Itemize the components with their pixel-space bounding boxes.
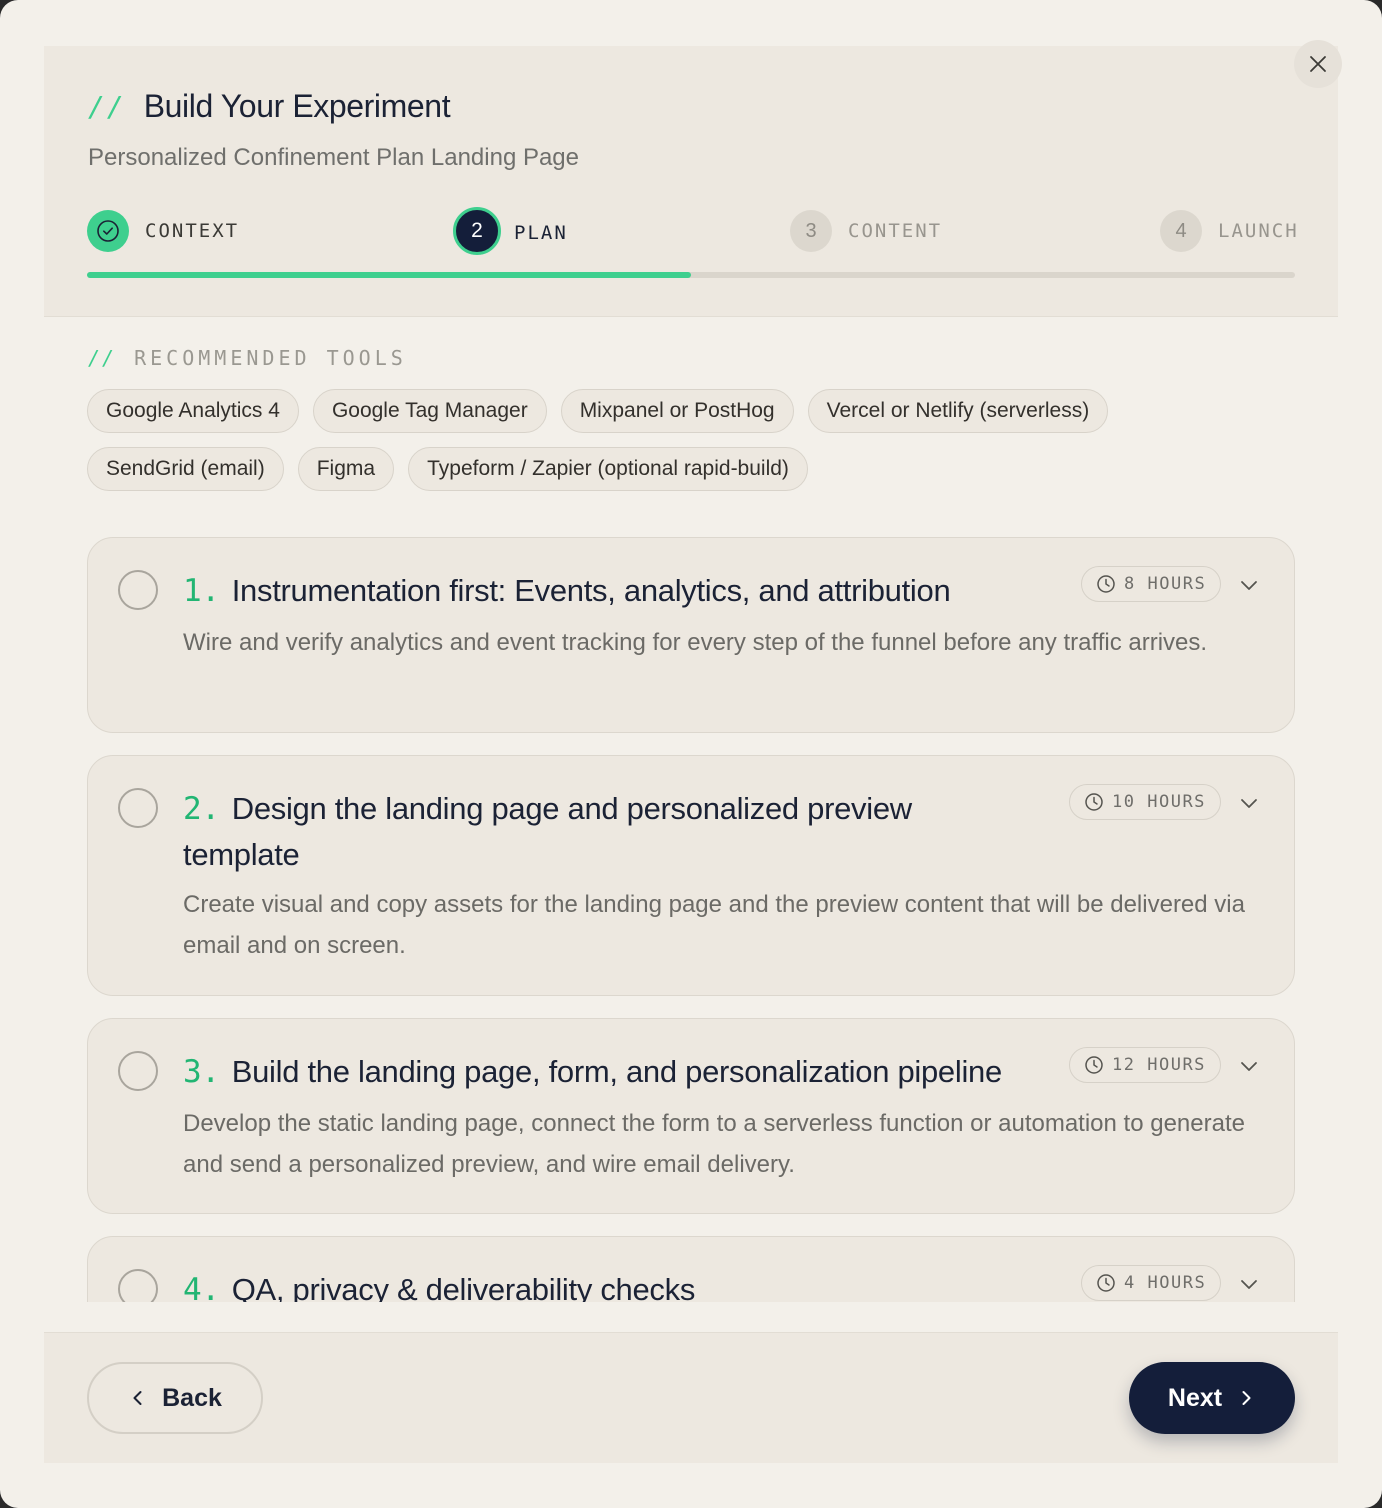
hours-badge: 4 HOURS [1081,1265,1222,1301]
task-title: 4. QA, privacy & deliverability checks [183,1267,695,1302]
chevron-left-icon [133,1391,142,1405]
task-checkbox[interactable] [118,788,158,828]
task-title-text: Instrumentation first: Events, analytics… [231,573,951,608]
hours-value: 8 [1124,574,1136,594]
page-subtitle: Personalized Confinement Plan Landing Pa… [88,144,580,171]
chevron-down-icon[interactable] [1238,1055,1260,1077]
hours-unit: HOURS [1147,1055,1206,1075]
section-title: RECOMMENDED TOOLS [134,346,407,370]
next-button-label: Next [1167,1383,1223,1412]
title-row: // Build Your Experiment [88,88,451,125]
hours-badge: 8 HOURS [1081,566,1222,602]
back-button[interactable]: Back [87,1362,263,1434]
build-experiment-modal: // Build Your Experiment Personalized Co… [44,40,1342,1463]
task-card[interactable]: 4. QA, privacy & deliverability checks 4 … [87,1236,1295,1302]
task-title: 3. Build the landing page, form, and pers… [183,1049,1002,1095]
clock-icon [1097,575,1115,593]
hours-badge: 10 HOURS [1069,784,1221,820]
chevron-right-icon [1242,1391,1251,1405]
task-title-text: QA, privacy & deliverability checks [231,1272,696,1302]
tool-chip: Google Analytics 4 [87,389,299,433]
tool-chip: Google Tag Manager [312,389,547,433]
hours-badge: 12 HOURS [1069,1047,1221,1083]
page-title: Build Your Experiment [143,88,451,124]
step-label: LAUNCH [1218,220,1299,242]
task-card[interactable]: 3. Build the landing page, form, and pers… [87,1018,1295,1214]
hours-unit: HOURS [1147,1273,1207,1293]
chevron-down-icon[interactable] [1238,792,1260,814]
step-number: 2 [453,207,501,255]
task-number: 4. [183,1272,220,1302]
task-title: 2. Design the landing page and personaliz… [183,786,1023,877]
close-icon [1310,56,1326,72]
task-checkbox[interactable] [118,1051,158,1091]
hours-value: 12 [1112,1055,1136,1075]
task-number: 1. [183,573,220,609]
app-frame: // Build Your Experiment Personalized Co… [0,0,1382,1508]
modal-header: // Build Your Experiment Personalized Co… [44,40,1342,317]
hours-value: 10 [1112,792,1136,812]
step-label: CONTEXT [145,220,240,242]
check-circle-icon [97,220,119,242]
task-description: Create visual and copy assets for the la… [183,891,1245,959]
task-number: 3. [183,1054,220,1090]
step-completed-badge [87,210,129,252]
tool-chip: Mixpanel or PostHog [560,389,794,433]
modal-footer: Back Next [44,1332,1338,1463]
task-description: Develop the static landing page, connect… [183,1110,1245,1178]
chevron-down-icon[interactable] [1238,574,1260,596]
section-slashes: // [88,346,117,370]
chevron-down-icon[interactable] [1238,1273,1260,1295]
step-label: PLAN [514,221,568,244]
clock-icon [1097,1274,1115,1292]
step-context[interactable]: CONTEXT [87,210,239,252]
back-button-label: Back [162,1383,222,1412]
stepper: CONTEXT 2 PLAN 3 CONTENT 4 LAUNCH [87,207,1297,280]
title-slashes: // [88,90,126,123]
next-button[interactable]: Next [1129,1362,1295,1434]
step-number: 3 [790,210,832,252]
step-launch[interactable]: 4 LAUNCH [1160,210,1299,252]
hours-value: 4 [1124,1273,1136,1293]
step-plan[interactable]: 2 PLAN [453,207,568,255]
chip-row: Google Analytics 4 Google Tag Manager Mi… [87,389,1297,433]
tool-chip: Vercel or Netlify (serverless) [807,389,1109,433]
task-title: 1. Instrumentation first: Events, analyti… [183,568,951,614]
progress-track [87,272,1295,278]
hours-unit: HOURS [1147,792,1206,812]
close-button[interactable] [1294,40,1342,88]
tool-chips: Google Analytics 4 Google Tag Manager Mi… [87,389,1297,505]
tool-chip: Typeform / Zapier (optional rapid-build) [408,447,808,491]
task-checkbox[interactable] [118,1269,158,1302]
step-number: 4 [1160,210,1202,252]
task-card[interactable]: 2. Design the landing page and personaliz… [87,755,1295,996]
task-list: 1. Instrumentation first: Events, analyti… [87,537,1295,1302]
task-description: Wire and verify analytics and event trac… [183,629,1208,656]
task-title-text: Build the landing page, form, and person… [231,1054,1003,1089]
task-checkbox[interactable] [118,570,158,610]
step-label: CONTENT [848,220,943,242]
hours-unit: HOURS [1147,574,1207,594]
recommended-tools-heading: // RECOMMENDED TOOLS [88,346,407,370]
clock-icon [1085,1056,1103,1074]
task-title-text: Design the landing page and personalized… [183,791,912,872]
progress-fill [87,272,691,278]
task-number: 2. [183,791,220,827]
tool-chip: Figma [297,447,395,491]
tool-chip: SendGrid (email) [87,447,284,491]
task-card[interactable]: 1. Instrumentation first: Events, analyti… [87,537,1295,733]
chip-row: SendGrid (email) Figma Typeform / Zapier… [87,447,1297,491]
clock-icon [1085,793,1103,811]
step-content[interactable]: 3 CONTENT [790,210,942,252]
